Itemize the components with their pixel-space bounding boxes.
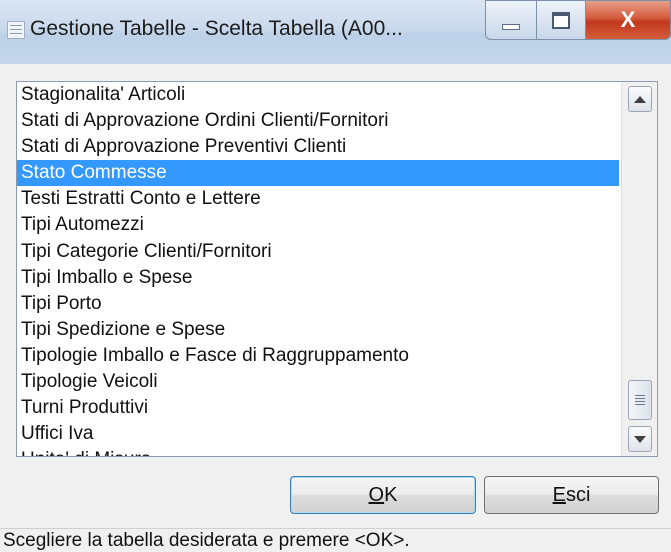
- scroll-down-button[interactable]: [628, 426, 652, 452]
- arrow-up-icon: [634, 95, 646, 103]
- list-item[interactable]: Tipi Porto: [17, 291, 619, 317]
- esci-label: sci: [565, 483, 591, 506]
- minimize-button[interactable]: [485, 0, 537, 40]
- list-item[interactable]: Unita' di Misura: [17, 447, 619, 456]
- close-button[interactable]: X: [585, 0, 671, 40]
- list-item[interactable]: Stati di Approvazione Ordini Clienti/For…: [17, 108, 619, 134]
- window-title: Gestione Tabelle - Scelta Tabella (A00..…: [30, 17, 403, 40]
- status-bar: Scegliere la tabella desiderata e premer…: [0, 528, 671, 552]
- maximize-button[interactable]: [536, 0, 586, 40]
- list-item[interactable]: Stato Commesse: [17, 160, 619, 187]
- scroll-up-button[interactable]: [628, 86, 652, 112]
- table-listbox[interactable]: Stagionalita' Articoli Stati di Approvazi…: [16, 81, 658, 457]
- list-item[interactable]: Tipi Categorie Clienti/Fornitori: [17, 239, 619, 265]
- app-icon[interactable]: [7, 21, 25, 39]
- vertical-scrollbar[interactable]: [621, 82, 657, 456]
- arrow-down-icon: [634, 435, 646, 443]
- list-item[interactable]: Tipologie Veicoli: [17, 369, 619, 395]
- esci-mnemonic: E: [552, 483, 566, 506]
- list-item[interactable]: Tipi Imballo e Spese: [17, 265, 619, 291]
- list-item[interactable]: Tipi Automezzi: [17, 212, 619, 238]
- scroll-thumb[interactable]: [628, 380, 652, 420]
- esci-button[interactable]: Esci: [484, 476, 659, 514]
- table-list-items: Stagionalita' Articoli Stati di Approvazi…: [17, 82, 619, 456]
- list-item[interactable]: Tipologie Imballo e Fasce di Raggruppame…: [17, 343, 619, 369]
- grip-icon: [635, 398, 645, 399]
- list-item[interactable]: Tipi Spedizione e Spese: [17, 317, 619, 343]
- close-icon: X: [620, 7, 636, 32]
- list-item[interactable]: Testi Estratti Conto e Lettere: [17, 186, 619, 212]
- status-text: Scegliere la tabella desiderata e premer…: [3, 530, 410, 551]
- list-item[interactable]: Uffici Iva: [17, 421, 619, 447]
- ok-mnemonic: O: [368, 483, 385, 506]
- ok-button[interactable]: OK: [290, 476, 476, 514]
- dialog-body: Stagionalita' Articoli Stati di Approvazi…: [0, 64, 671, 552]
- ok-label: K: [384, 483, 398, 506]
- list-item[interactable]: Turni Produttivi: [17, 395, 619, 421]
- title-bar[interactable]: Gestione Tabelle - Scelta Tabella (A00..…: [0, 0, 671, 64]
- list-item[interactable]: Stagionalita' Articoli: [17, 82, 619, 108]
- list-item[interactable]: Stati di Approvazione Preventivi Clienti: [17, 134, 619, 160]
